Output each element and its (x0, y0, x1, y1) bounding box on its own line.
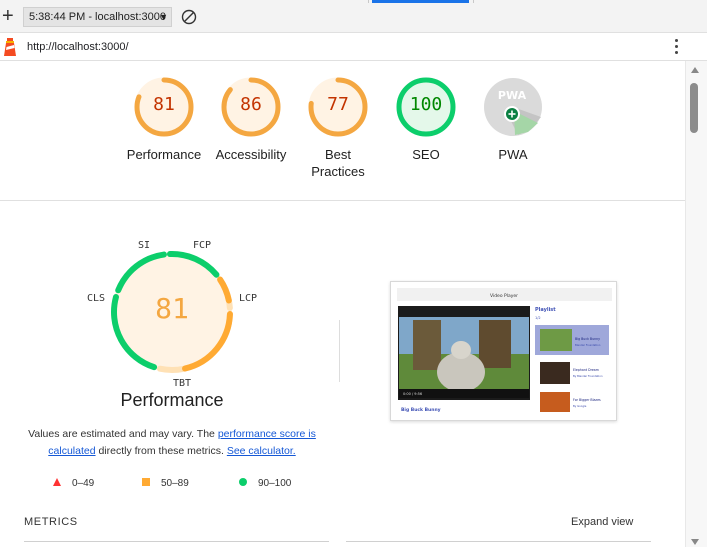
clear-block-icon[interactable] (181, 9, 197, 25)
gauge-label: SEO (412, 147, 440, 162)
note-text: Values are estimated and may vary. The (28, 428, 218, 440)
note-text: directly from these metrics. (95, 445, 227, 457)
gauge-pwa[interactable]: PWA PWA (468, 77, 558, 163)
shot-item-sub: By Google (573, 404, 587, 408)
shot-item: Elephant Dream (573, 368, 599, 372)
gauge-label: PWA (498, 147, 528, 162)
shot-header: Video Player (490, 293, 518, 299)
gauge-accessibility[interactable]: 86 Accessibility (206, 77, 296, 163)
lighthouse-logo-icon (4, 38, 16, 56)
screenshot-image: Video Player 0:00 / 9:56 Playlist 1/2 Bi… (391, 282, 616, 420)
scroll-thumb[interactable] (690, 83, 698, 133)
tab-separator (473, 0, 474, 3)
metric-label-si: SI (138, 240, 151, 251)
plus-icon[interactable]: + (2, 6, 16, 26)
scrollbar[interactable] (685, 61, 707, 547)
shot-item: Big Buck Bunny (575, 337, 600, 341)
metric-label-tbt: TBT (173, 378, 192, 389)
url-bar: http://localhost:3000/ (0, 33, 707, 61)
caret-down-icon: ▼ (159, 12, 168, 22)
circle-icon (239, 478, 247, 486)
metric-label-fcp: FCP (193, 240, 212, 251)
scroll-up-arrow-icon[interactable] (691, 67, 699, 73)
metric-label-cls: CLS (87, 293, 106, 304)
pwa-badge-text: PWA (498, 89, 527, 102)
triangle-icon (53, 478, 61, 486)
report-select[interactable]: 5:38:44 PM - localhost:3000 ▼ (23, 7, 172, 27)
legend-average: 50–89 (141, 477, 189, 489)
shot-item: For Bigger Blazes (573, 398, 601, 402)
see-calculator-link[interactable]: See calculator. (227, 445, 296, 457)
legend-fail: 0–49 (52, 477, 94, 489)
legend-range: 0–49 (72, 478, 95, 489)
final-screenshot[interactable]: Video Player 0:00 / 9:56 Playlist 1/2 Bi… (390, 281, 617, 421)
report-select-label: 5:38:44 PM - localhost:3000 (29, 11, 166, 23)
metrics-divider (24, 541, 329, 542)
shot-playlist-sub: 1/2 (535, 316, 541, 320)
more-options-icon[interactable] (674, 39, 680, 55)
tab-bar: + 5:38:44 PM - localhost:3000 ▼ (0, 0, 707, 33)
shot-caption: Big Buck Bunny (401, 407, 441, 413)
performance-note: Values are estimated and may vary. The p… (20, 426, 324, 460)
performance-score: 81 (155, 292, 189, 325)
gauge-label: Performance (126, 147, 202, 162)
gauge-best-practices[interactable]: 77 Best Practices (293, 77, 383, 180)
gauge-score: 77 (327, 94, 349, 115)
gauge-score: 86 (240, 94, 262, 115)
gauge-label: Best Practices (311, 147, 365, 179)
metrics-heading: METRICS (24, 516, 78, 528)
square-icon (142, 478, 150, 486)
shot-playlist-title: Playlist (535, 307, 556, 313)
expand-view-button[interactable]: Expand view (571, 516, 633, 528)
gauge-score: 100 (409, 94, 443, 115)
active-tab-indicator (372, 0, 469, 3)
shot-time: 0:00 / 9:56 (403, 392, 422, 396)
scroll-down-arrow-icon[interactable] (691, 539, 699, 545)
page-url[interactable]: http://localhost:3000/ (27, 41, 129, 53)
performance-title: Performance (120, 390, 224, 410)
gauge-seo[interactable]: 100 SEO (381, 77, 471, 163)
pwa-badge-icon: PWA (484, 78, 542, 136)
gauge-performance[interactable]: 81 Performance (119, 77, 209, 163)
metric-label-lcp: LCP (239, 293, 258, 304)
metrics-divider (346, 541, 651, 542)
section-divider (0, 200, 685, 201)
shot-item-sub: By Blender Foundation (573, 374, 603, 378)
shot-item-sub: Blender Foundation (575, 343, 601, 347)
score-gauges: 81 Performance 86 Accessibility 77 Best … (0, 77, 685, 185)
vertical-separator (339, 320, 340, 382)
gauge-score: 81 (153, 94, 175, 115)
legend-range: 90–100 (258, 478, 292, 489)
gauge-label: Accessibility (215, 147, 287, 162)
legend-pass: 90–100 (238, 477, 291, 489)
tab-separator (368, 0, 369, 3)
legend-range: 50–89 (161, 478, 189, 489)
